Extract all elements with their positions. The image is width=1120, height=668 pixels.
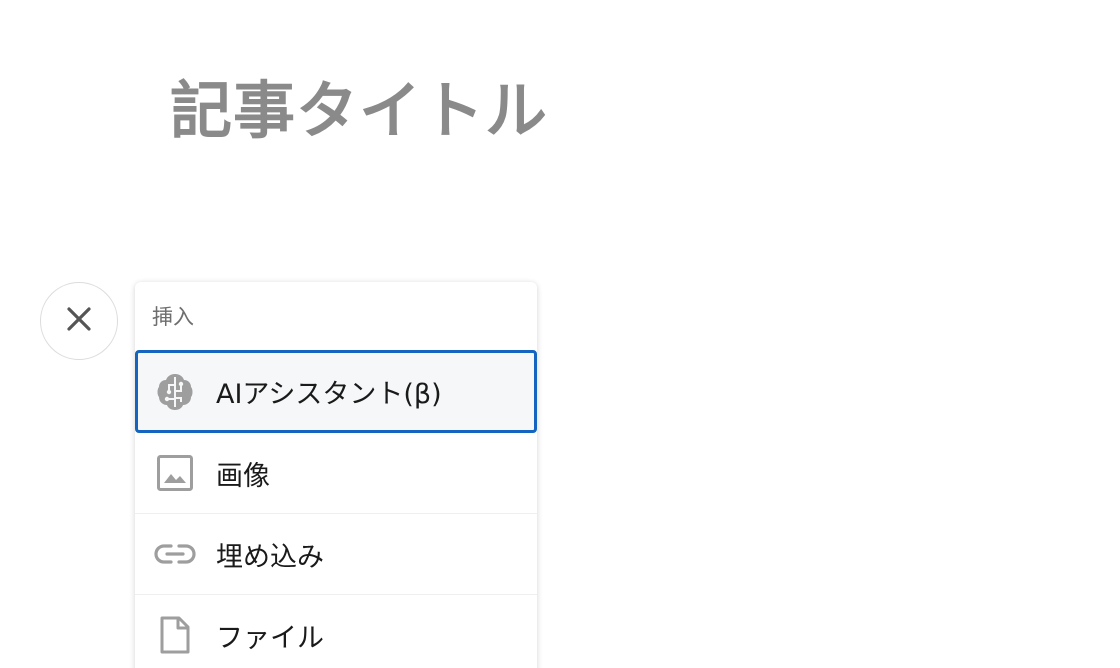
menu-item-ai-assistant[interactable]: AIアシスタント(β) <box>135 350 537 433</box>
article-title[interactable]: 記事タイトル <box>170 68 548 154</box>
link-icon <box>154 533 196 575</box>
insert-menu: 挿入 AIアシスタント(β) 画像 埋め込み ファイル <box>135 282 537 668</box>
menu-item-label: 画像 <box>216 460 270 492</box>
menu-item-label: AIアシスタント(β) <box>216 379 442 410</box>
menu-item-label: 埋め込み <box>216 541 324 573</box>
menu-item-image[interactable]: 画像 <box>135 433 537 514</box>
menu-item-file[interactable]: ファイル <box>135 595 537 668</box>
menu-item-label: ファイル <box>216 622 324 654</box>
insert-menu-heading: 挿入 <box>152 305 194 329</box>
brain-icon <box>154 371 196 413</box>
menu-item-embed[interactable]: 埋め込み <box>135 514 537 595</box>
close-insert-menu-button[interactable] <box>40 282 118 360</box>
editor-page: 記事タイトル 挿入 AIアシスタント(β) 画像 埋め込み ファイル <box>0 0 1120 668</box>
image-icon <box>154 452 196 494</box>
file-icon <box>154 614 196 656</box>
close-icon <box>66 306 92 336</box>
